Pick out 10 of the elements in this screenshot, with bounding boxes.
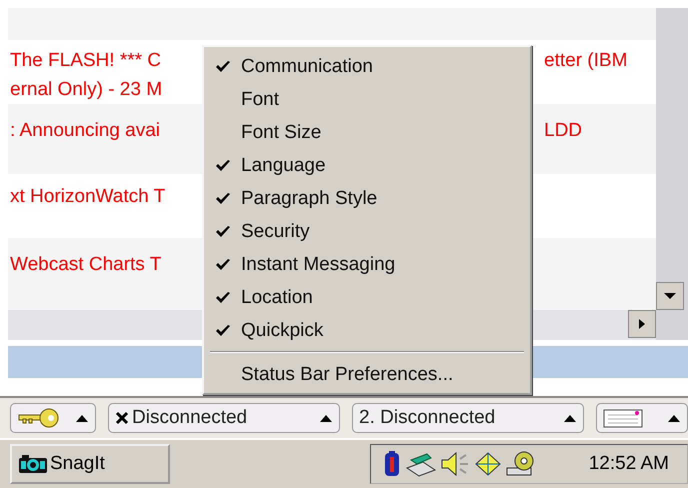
clock: 12:52 AM <box>588 453 669 475</box>
connection-status: 2. Disconnected <box>359 407 496 429</box>
message-title: ernal Only) - 23 M <box>10 78 162 100</box>
message-title: etter (IBM <box>544 50 628 72</box>
message-title: Webcast Charts T <box>10 254 162 276</box>
message-title: xt HorizonWatch T <box>10 186 166 208</box>
message-title: LDD <box>544 120 584 142</box>
message-title: : Announcing avai <box>10 120 160 142</box>
message-title: The FLASH! *** C <box>10 50 161 72</box>
connection-status: Disconnected <box>132 407 248 429</box>
